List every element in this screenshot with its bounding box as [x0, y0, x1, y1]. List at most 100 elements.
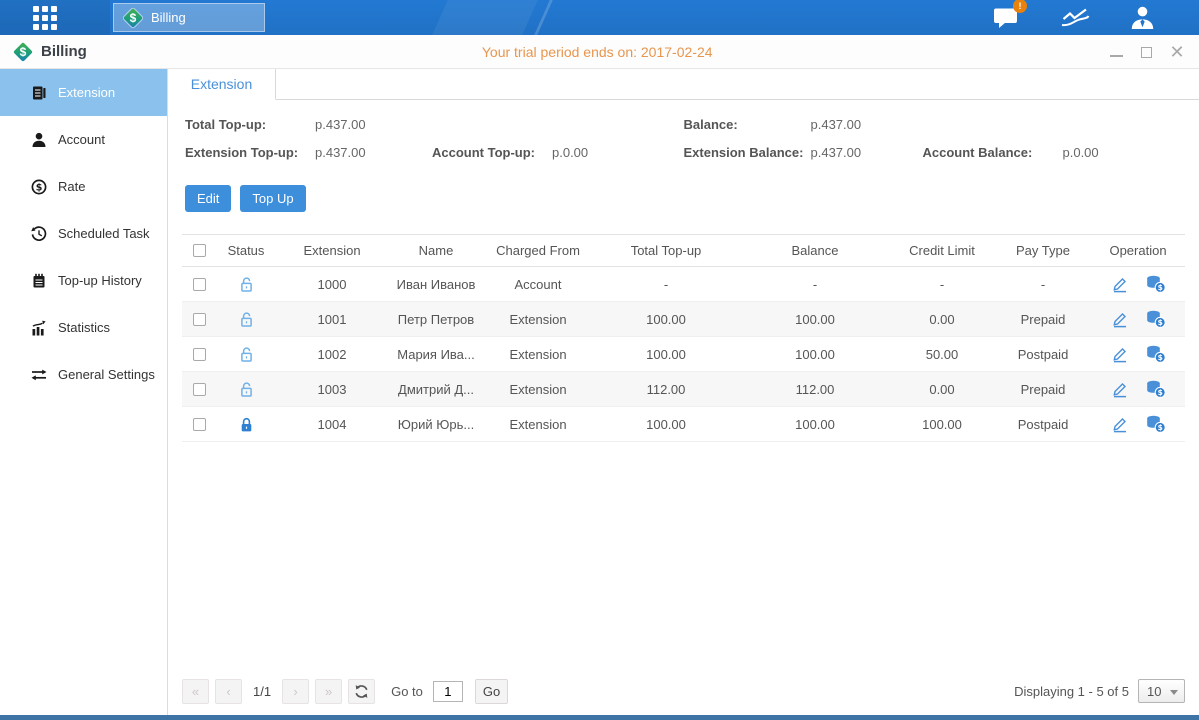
unlocked-icon [238, 381, 255, 398]
refresh-button[interactable] [348, 679, 375, 704]
topup-row-icon[interactable]: $ [1146, 415, 1166, 433]
statistics-chart-icon[interactable] [1060, 7, 1090, 28]
select-all-checkbox[interactable] [193, 244, 206, 257]
close-button[interactable]: ✕ [1169, 44, 1185, 60]
minimize-button[interactable] [1110, 48, 1123, 57]
column-header: Pay Type [994, 243, 1092, 258]
notification-badge: ! [1013, 0, 1027, 13]
row-checkbox[interactable] [193, 383, 206, 396]
row-checkbox[interactable] [193, 418, 206, 431]
balance-cell: 100.00 [740, 312, 890, 327]
top-up-button[interactable]: Top Up [240, 185, 305, 212]
page-size-value: 10 [1147, 684, 1161, 699]
go-button[interactable]: Go [475, 679, 508, 704]
svg-text:$: $ [1157, 388, 1162, 397]
row-checkbox[interactable] [193, 313, 206, 326]
svg-text:$: $ [1157, 318, 1162, 327]
name-cell: Дмитрий Д... [388, 382, 484, 397]
sidebar-item-extension[interactable]: Extension [0, 69, 167, 116]
table-row: 1002 Мария Ива... Extension 100.00 100.0… [182, 337, 1185, 372]
charged-from-cell: Extension [484, 312, 592, 327]
sidebar: Extension Account $ Rate Scheduled Task [0, 69, 168, 715]
edit-row-icon[interactable] [1111, 415, 1129, 433]
displaying-text: Displaying 1 - 5 of 5 [1014, 684, 1129, 699]
tab-extension[interactable]: Extension [168, 69, 276, 100]
column-header: Credit Limit [890, 243, 994, 258]
column-header: Extension [276, 243, 388, 258]
sidebar-item-rate[interactable]: $ Rate [0, 163, 167, 210]
app-launcher-button[interactable] [0, 0, 110, 35]
topup-row-icon[interactable]: $ [1146, 345, 1166, 363]
charged-from-cell: Account [484, 277, 592, 292]
refresh-icon [354, 684, 369, 699]
sliders-icon [31, 367, 47, 383]
svg-text:$: $ [1157, 423, 1162, 432]
edit-row-icon[interactable] [1111, 380, 1129, 398]
balance-cell: 100.00 [740, 347, 890, 362]
extension-cell: 1004 [276, 417, 388, 432]
topup-row-icon[interactable]: $ [1146, 275, 1166, 293]
billing-app-icon: $ [123, 8, 143, 28]
sidebar-item-statistics[interactable]: Statistics [0, 304, 167, 351]
account-topup-label: Account Top-up: [432, 145, 552, 160]
taskbar-tab-billing[interactable]: $ Billing [113, 3, 265, 32]
extension-cell: 1002 [276, 347, 388, 362]
extension-cell: 1000 [276, 277, 388, 292]
svg-text:$: $ [36, 182, 43, 193]
edit-button[interactable]: Edit [185, 185, 231, 212]
edit-row-icon[interactable] [1111, 345, 1129, 363]
sidebar-item-scheduled-task[interactable]: Scheduled Task [0, 210, 167, 257]
prev-page-button[interactable]: ‹ [215, 679, 242, 704]
topup-row-icon[interactable]: $ [1146, 310, 1166, 328]
pagination-bar: « ‹ 1/1 › » Go to Go Displayi [168, 667, 1199, 715]
account-balance-value: p.0.00 [1063, 145, 1099, 160]
total-topup-value: p.437.00 [315, 117, 366, 132]
extension-topup-value: p.437.00 [315, 145, 432, 160]
svg-text:$: $ [1157, 353, 1162, 362]
first-page-button[interactable]: « [182, 679, 209, 704]
ledger-icon [31, 85, 47, 101]
messages-icon[interactable]: ! [993, 6, 1020, 29]
column-header: Charged From [484, 243, 592, 258]
last-page-button[interactable]: » [315, 679, 342, 704]
row-checkbox[interactable] [193, 278, 206, 291]
person-icon [31, 132, 47, 148]
pay-type-cell: - [994, 277, 1092, 292]
credit-limit-cell: 100.00 [890, 417, 994, 432]
edit-row-icon[interactable] [1111, 310, 1129, 328]
table-row: 1001 Петр Петров Extension 100.00 100.00… [182, 302, 1185, 337]
next-page-button[interactable]: › [282, 679, 309, 704]
topup-row-icon[interactable]: $ [1146, 380, 1166, 398]
sidebar-item-label: Statistics [58, 320, 110, 335]
balance-value: p.437.00 [811, 117, 862, 132]
page-size-select[interactable]: 10 [1138, 679, 1185, 703]
unlocked-icon [238, 346, 255, 363]
chevron-down-icon [1170, 690, 1178, 695]
balance-label: Balance: [684, 117, 811, 132]
sidebar-item-label: General Settings [58, 367, 155, 382]
balance-cell: - [740, 277, 890, 292]
total-topup-cell: 100.00 [592, 312, 740, 327]
extension-table: StatusExtensionNameCharged FromTotal Top… [182, 234, 1185, 442]
credit-limit-cell: 50.00 [890, 347, 994, 362]
edit-row-icon[interactable] [1111, 275, 1129, 293]
sidebar-item-account[interactable]: Account [0, 116, 167, 163]
charged-from-cell: Extension [484, 382, 592, 397]
taskbar: $ Billing ! [0, 0, 1199, 35]
goto-page-input[interactable] [433, 681, 463, 702]
column-header: Balance [740, 243, 890, 258]
total-topup-cell: 100.00 [592, 417, 740, 432]
total-topup-cell: 112.00 [592, 382, 740, 397]
extension-cell: 1001 [276, 312, 388, 327]
credit-limit-cell: 0.00 [890, 312, 994, 327]
credit-limit-cell: - [890, 277, 994, 292]
maximize-button[interactable] [1141, 47, 1152, 58]
sidebar-item-general-settings[interactable]: General Settings [0, 351, 167, 398]
balance-cell: 112.00 [740, 382, 890, 397]
window-bottom-edge [0, 715, 1199, 720]
charged-from-cell: Extension [484, 417, 592, 432]
user-account-icon[interactable] [1130, 6, 1155, 29]
column-header: Name [388, 243, 484, 258]
row-checkbox[interactable] [193, 348, 206, 361]
sidebar-item-topup-history[interactable]: Top-up History [0, 257, 167, 304]
